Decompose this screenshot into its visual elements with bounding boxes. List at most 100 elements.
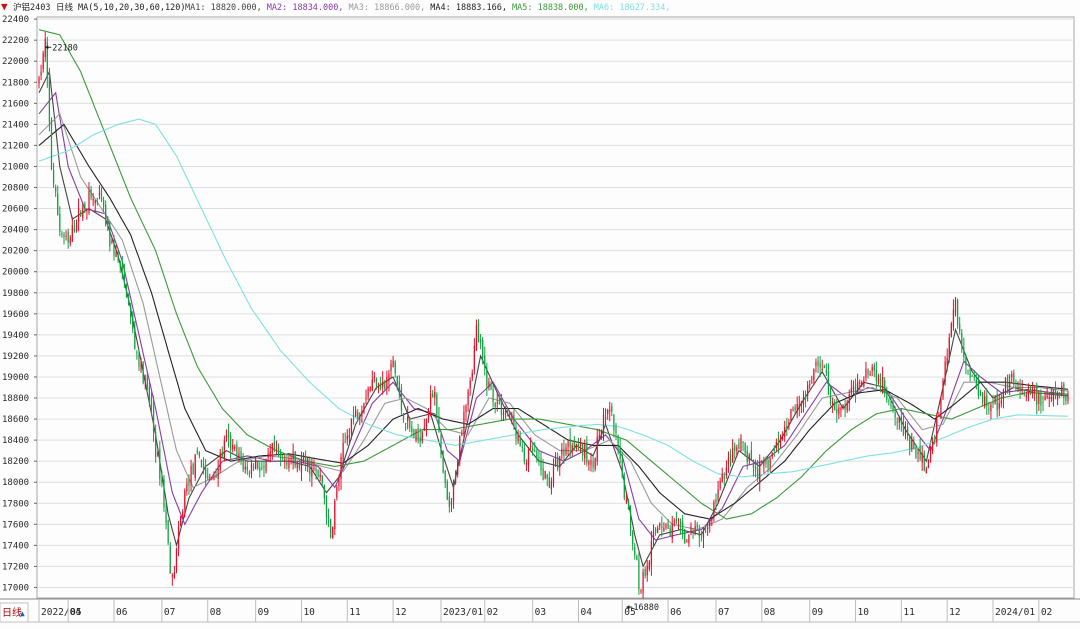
candle-body	[861, 381, 863, 386]
candle-body	[180, 516, 182, 526]
candle-body	[757, 468, 759, 479]
candle-body	[1025, 395, 1027, 397]
candle-body	[719, 480, 721, 489]
candle-body	[875, 369, 877, 381]
candle-body	[377, 383, 380, 390]
candle-body	[423, 427, 425, 431]
candle-body	[911, 439, 913, 450]
candle-body	[394, 361, 396, 374]
candle-body	[992, 402, 994, 405]
candle-body	[429, 393, 432, 409]
period-tab[interactable]: 日线 ▲	[0, 602, 29, 623]
candle-body	[821, 368, 823, 371]
candle-body	[617, 435, 619, 446]
candle-body	[1065, 395, 1067, 402]
candle-body	[796, 403, 798, 412]
candle-body	[232, 445, 234, 450]
candle-body	[894, 412, 896, 418]
candle-body	[136, 352, 138, 354]
candle-body	[338, 478, 340, 487]
x-tick-label: 11	[349, 607, 361, 618]
candle-body	[459, 436, 461, 459]
candle-body	[319, 475, 321, 478]
candle-body	[729, 454, 732, 466]
candle-body	[284, 459, 286, 462]
candle-body	[1009, 381, 1011, 388]
x-tick-label: 08	[210, 607, 222, 618]
candle-body	[517, 436, 519, 442]
candle-body	[159, 449, 161, 480]
candle-body	[711, 518, 713, 521]
candle-body	[823, 365, 825, 369]
y-tick-label: 22000	[2, 57, 29, 67]
y-tick-label: 21600	[2, 99, 29, 109]
candle-body	[657, 527, 659, 533]
candle-body	[59, 213, 61, 232]
candle-body	[1056, 392, 1059, 400]
y-tick-label: 20200	[2, 247, 29, 257]
contract-code: 沪铝2403	[13, 2, 50, 13]
candle-body	[473, 345, 475, 371]
candle-body	[402, 413, 405, 419]
candle-body	[588, 461, 590, 465]
candle-body	[257, 461, 259, 469]
candle-body	[419, 437, 421, 443]
candle-body	[113, 239, 115, 256]
x-tick-label: 04	[580, 607, 592, 618]
y-tick-label: 18000	[2, 478, 29, 488]
candle-body	[57, 193, 59, 216]
candle-body	[623, 477, 625, 498]
candle-body	[542, 468, 544, 480]
x-tick-label: 12	[949, 607, 960, 618]
candle-body	[971, 375, 973, 377]
candle-body	[546, 474, 548, 479]
candle-body	[934, 440, 936, 443]
candle-body	[77, 208, 80, 222]
candle-body	[67, 232, 69, 243]
candle-body	[548, 477, 550, 488]
candle-body	[463, 411, 465, 434]
candle-body	[763, 460, 765, 467]
candle-body	[817, 360, 819, 366]
candle-body	[63, 233, 65, 238]
candle-body	[396, 375, 398, 385]
candle-body	[754, 466, 757, 471]
candle-body	[42, 53, 44, 69]
candle-body	[965, 355, 967, 367]
candle-body	[500, 398, 503, 416]
candle-body	[82, 207, 84, 218]
candle-body	[1052, 389, 1055, 401]
x-tick-label: 2024/01	[995, 607, 1035, 618]
candle-body	[669, 527, 671, 537]
ma-params: MA(5,10,20,30,60,120)	[78, 3, 185, 13]
candle-body	[644, 569, 646, 576]
candle-body	[767, 460, 769, 468]
candle-body	[494, 402, 496, 407]
candle-body	[304, 456, 307, 462]
candle-body	[442, 450, 444, 473]
candle-body	[919, 447, 921, 460]
candle-body	[613, 414, 615, 431]
candle-body	[479, 339, 482, 343]
candle-body	[775, 441, 778, 449]
candle-body	[584, 444, 586, 459]
candle-body	[219, 453, 221, 471]
candle-body	[288, 458, 290, 469]
x-tick-label: 07	[718, 607, 729, 618]
candle-body	[165, 509, 167, 524]
candle-body	[879, 378, 882, 389]
candle-body	[625, 499, 628, 502]
candle-body	[740, 438, 742, 451]
candle-body	[161, 479, 163, 482]
candle-body	[867, 368, 869, 375]
candle-body	[569, 438, 571, 449]
candle-body	[438, 416, 440, 433]
candle-body	[240, 451, 242, 462]
candle-body	[457, 461, 459, 475]
candle-body	[923, 452, 925, 471]
candle-body	[634, 547, 636, 556]
y-tick-label: 21000	[2, 162, 29, 172]
candle-body	[317, 470, 319, 477]
candle-body	[427, 411, 430, 418]
candle-body	[357, 412, 359, 418]
